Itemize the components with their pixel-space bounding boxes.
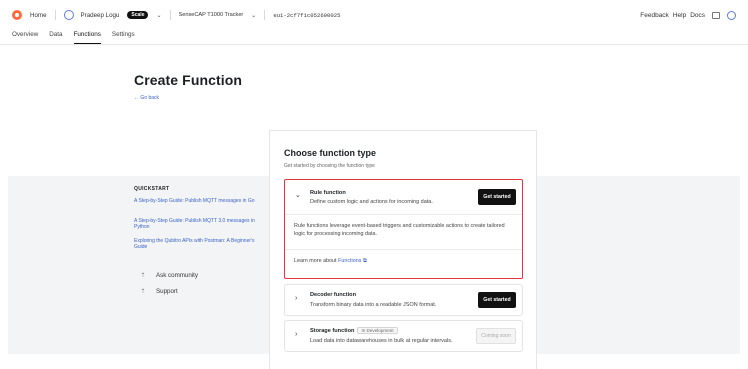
- card-divider: [285, 214, 522, 215]
- card-title: Decoder function: [310, 292, 356, 298]
- ask-community-label: Ask community: [156, 272, 198, 279]
- home-link[interactable]: Home: [30, 12, 47, 19]
- learn-more-prefix: Learn more about: [294, 258, 337, 264]
- panel-title: Choose function type: [284, 148, 376, 158]
- org-breadcrumb[interactable]: Pradeep Logu Scale ⌄: [63, 10, 162, 20]
- chevron-down-icon[interactable]: ⌄: [251, 12, 256, 19]
- quickstart-link[interactable]: A Step-by-Step Guide: Publish MQTT messa…: [134, 198, 264, 204]
- chevron-right-icon[interactable]: ›: [295, 295, 297, 302]
- tab-settings[interactable]: Settings: [112, 30, 135, 44]
- support-label: Support: [156, 288, 178, 295]
- project-breadcrumb[interactable]: SenseCAP T1000 Tracker ⌄: [179, 12, 257, 19]
- inbox-icon[interactable]: [712, 11, 720, 19]
- support-link[interactable]: ⇡ Support: [138, 288, 178, 295]
- tab-data[interactable]: Data: [49, 30, 62, 44]
- in-development-badge: In Development: [357, 327, 398, 334]
- qubitro-logo-icon: [12, 10, 22, 20]
- ask-community-link[interactable]: ⇡ Ask community: [138, 272, 198, 279]
- breadcrumb-divider: [169, 10, 171, 20]
- panel-subtitle: Get started by choosing the function typ…: [284, 163, 375, 169]
- card-title-row: Storage function In Development: [310, 327, 398, 334]
- quickstart-link[interactable]: Exploring the Qubitro APIs with Postman:…: [134, 238, 264, 251]
- org-name[interactable]: Pradeep Logu: [81, 12, 120, 19]
- learn-more: Learn more about Functions ⧉: [294, 258, 367, 265]
- device-id[interactable]: eui-2cf7f1c052600025: [273, 12, 340, 19]
- tab-overview[interactable]: Overview: [12, 30, 38, 44]
- external-link-icon: ⇡: [140, 289, 146, 295]
- card-description: Load data into datawarehouses in bulk at…: [310, 338, 453, 344]
- card-title: Rule function: [310, 190, 346, 196]
- help-link[interactable]: Help: [673, 12, 686, 19]
- external-link-icon[interactable]: ⧉: [363, 258, 367, 264]
- docs-link[interactable]: Docs: [690, 12, 705, 19]
- chevron-down-icon[interactable]: ⌄: [156, 12, 161, 19]
- feedback-link[interactable]: Feedback: [640, 12, 669, 19]
- card-divider: [285, 249, 522, 250]
- rule-function-card[interactable]: ⌄ Rule function Define custom logic and …: [284, 179, 523, 279]
- page-title: Create Function: [134, 72, 243, 88]
- project-name[interactable]: SenseCAP T1000 Tracker: [179, 12, 244, 18]
- quickstart-heading: QUICKSTART: [134, 186, 170, 192]
- card-body-text: Rule functions leverage event-based trig…: [294, 223, 505, 237]
- org-avatar-icon: [63, 10, 74, 20]
- decoder-function-card[interactable]: › Decoder function Transform binary data…: [284, 284, 523, 316]
- card-description: Define custom logic and actions for inco…: [310, 199, 433, 205]
- external-link-icon: ⇡: [140, 273, 146, 279]
- page-tabs: Overview Data Functions Settings: [12, 30, 135, 44]
- user-avatar-icon[interactable]: [727, 10, 736, 20]
- tab-functions[interactable]: Functions: [73, 30, 101, 44]
- get-started-button[interactable]: Get started: [478, 292, 516, 308]
- plan-badge: Scale: [127, 11, 149, 19]
- chevron-down-icon[interactable]: ⌄: [295, 191, 301, 199]
- coming-soon-button: Coming soon: [476, 328, 516, 344]
- top-bar: Home Pradeep Logu Scale ⌄ SenseCAP T1000…: [0, 0, 748, 30]
- storage-function-card[interactable]: › Storage function In Development Load da…: [284, 320, 523, 352]
- quickstart-link[interactable]: A Step-by-Step Guide: Publish MQTT 3.0 m…: [134, 218, 264, 231]
- breadcrumb-divider: [264, 10, 266, 20]
- card-description: Transform binary data into a readable JS…: [310, 302, 437, 308]
- go-back-link[interactable]: ← Go back: [134, 95, 159, 101]
- home-breadcrumb[interactable]: Home: [12, 10, 47, 20]
- topbar-right: Feedback Help Docs: [640, 10, 736, 20]
- functions-docs-link[interactable]: Functions: [338, 258, 361, 264]
- tabs-divider: [0, 44, 748, 45]
- get-started-button[interactable]: Get started: [478, 189, 516, 205]
- card-title: Storage function: [310, 328, 355, 334]
- chevron-right-icon[interactable]: ›: [295, 331, 297, 338]
- breadcrumb-divider: [54, 10, 56, 20]
